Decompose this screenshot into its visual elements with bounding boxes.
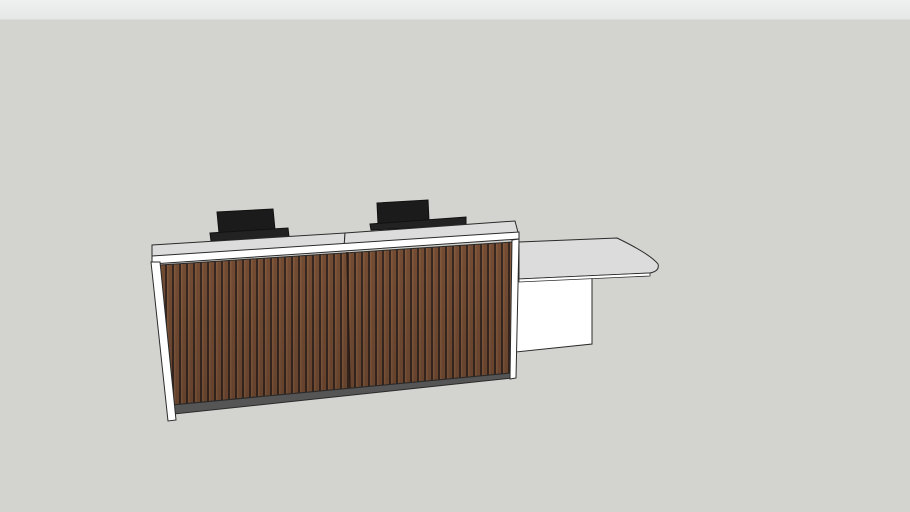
model-viewport[interactable] <box>0 20 910 512</box>
reception-desk-model <box>150 199 659 422</box>
return-desk-top <box>518 237 659 283</box>
return-desk-base <box>515 275 593 353</box>
main-desk-right-panel <box>509 238 520 380</box>
chair-left <box>209 208 290 242</box>
viewer-top-strip <box>0 0 910 20</box>
